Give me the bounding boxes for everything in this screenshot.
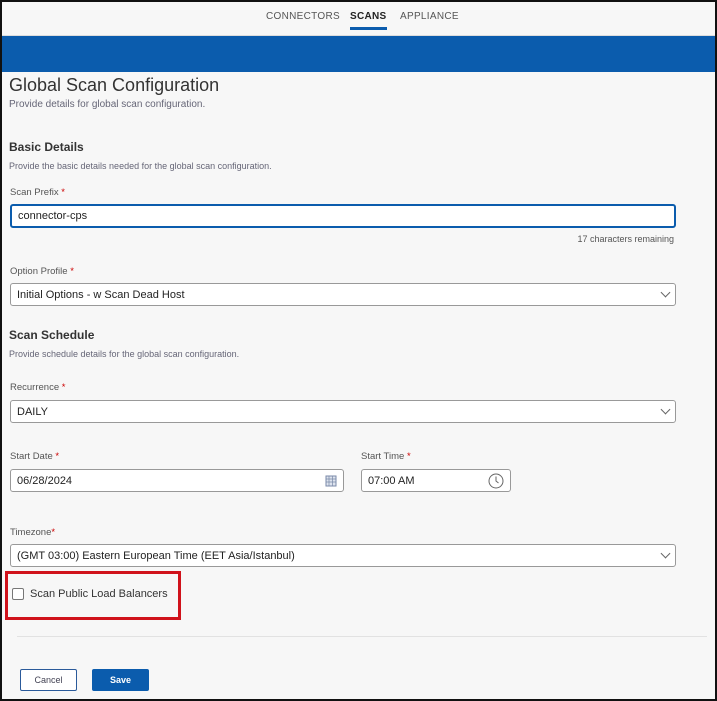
basic-details-heading: Basic Details xyxy=(9,140,84,154)
basic-details-desc: Provide the basic details needed for the… xyxy=(9,161,272,171)
chevron-down-icon xyxy=(660,548,671,559)
page-subtitle: Provide details for global scan configur… xyxy=(9,99,206,110)
page-title: Global Scan Configuration xyxy=(9,75,220,95)
scan-prefix-label: Scan Prefix * xyxy=(10,187,65,198)
option-profile-label: Option Profile * xyxy=(10,266,74,277)
tab-appliance[interactable]: APPLIANCE xyxy=(400,11,459,22)
tab-connectors[interactable]: CONNECTORS xyxy=(266,11,340,22)
chevron-down-icon xyxy=(660,404,671,415)
chevron-down-icon xyxy=(660,287,671,298)
scan-public-lb-label: Scan Public Load Balancers xyxy=(30,588,168,600)
scan-prefix-input[interactable]: connector-cps xyxy=(10,204,676,228)
calendar-icon[interactable] xyxy=(325,475,337,487)
scan-public-lb-option[interactable]: Scan Public Load Balancers xyxy=(12,588,168,600)
scan-schedule-desc: Provide schedule details for the global … xyxy=(9,349,240,359)
start-date-input[interactable]: 06/28/2024 xyxy=(10,469,344,492)
cancel-button[interactable]: Cancel xyxy=(20,669,77,691)
chars-remaining: 17 characters remaining xyxy=(577,234,674,244)
scan-public-lb-checkbox[interactable] xyxy=(12,588,24,600)
save-button[interactable]: Save xyxy=(92,669,149,691)
top-nav: CONNECTORS SCANS APPLIANCE xyxy=(2,2,715,36)
start-time-label: Start Time * xyxy=(361,451,411,462)
timezone-label: Timezone* xyxy=(10,527,56,538)
option-profile-select[interactable]: Initial Options - w Scan Dead Host xyxy=(10,283,676,306)
divider xyxy=(17,636,707,637)
start-date-label: Start Date * xyxy=(10,451,60,462)
timezone-select[interactable]: (GMT 03:00) Eastern European Time (EET A… xyxy=(10,544,676,567)
recurrence-label: Recurrence * xyxy=(10,382,66,393)
recurrence-select[interactable]: DAILY xyxy=(10,400,676,423)
scan-schedule-heading: Scan Schedule xyxy=(9,328,95,342)
start-time-input[interactable]: 07:00 AM xyxy=(361,469,511,492)
header-banner xyxy=(2,36,715,72)
tab-scans[interactable]: SCANS xyxy=(350,11,387,30)
clock-icon[interactable] xyxy=(488,473,504,489)
